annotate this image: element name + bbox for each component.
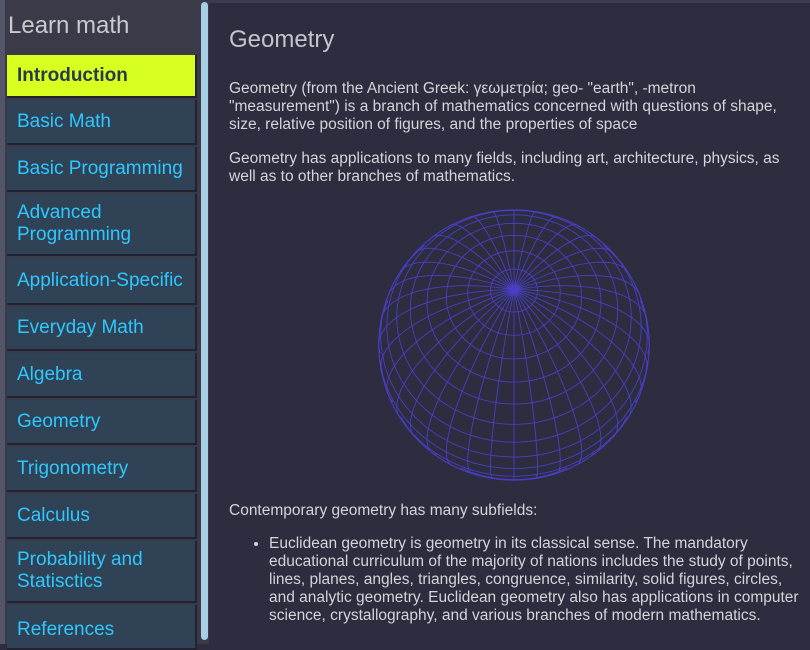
sidebar-item-geometry[interactable]: Geometry <box>7 400 197 445</box>
sidebar-item-everyday-math[interactable]: Everyday Math <box>7 307 197 351</box>
sidebar-scrollbar[interactable] <box>200 0 209 644</box>
globe-meridian <box>513 274 642 303</box>
sidebar-item-probability-statistics[interactable]: Probability and Statisctics <box>7 541 197 603</box>
sidebar-item-application-specific[interactable]: Application-Specific <box>7 258 197 305</box>
globe-meridian <box>386 274 515 303</box>
globe-meridian <box>513 289 619 441</box>
sidebar-title: Learn math <box>8 12 130 39</box>
main-content: Geometry Geometry (from the Ancient Gree… <box>209 0 810 644</box>
intro-paragraph: Geometry (from the Ancient Greek: γεωμετ… <box>229 80 777 133</box>
top-divider <box>209 0 810 3</box>
sidebar-item-references[interactable]: References <box>7 605 197 650</box>
globe-meridian <box>428 234 515 291</box>
subfields-list: Euclidean geometry is geometry in its cl… <box>229 535 801 625</box>
sidebar-item-trigonometry[interactable]: Trigonometry <box>7 447 197 492</box>
scrollbar-thumb[interactable] <box>201 2 208 640</box>
globe-meridian <box>513 234 600 291</box>
globe-wireframe-image <box>378 209 650 481</box>
sidebar-item-calculus[interactable]: Calculus <box>7 494 197 539</box>
sidebar-item-basic-math[interactable]: Basic Math <box>7 100 197 145</box>
globe-meridian <box>490 289 515 480</box>
list-item: Euclidean geometry is geometry in its cl… <box>269 535 801 625</box>
globe-meridian <box>513 289 648 378</box>
globe-meridian <box>513 289 538 480</box>
sidebar-item-algebra[interactable]: Algebra <box>7 353 197 398</box>
sidebar-item-introduction[interactable]: Introduction <box>7 55 197 98</box>
sidebar-item-advanced-programming[interactable]: Advanced Programming <box>7 194 197 256</box>
globe-meridian <box>409 289 515 441</box>
sidebar-item-basic-programming[interactable]: Basic Programming <box>7 147 197 192</box>
sidebar-edge <box>0 0 5 644</box>
page-title: Geometry <box>229 26 335 53</box>
subfields-intro: Contemporary geometry has many subfields… <box>229 502 538 519</box>
sidebar: Learn math Introduction Basic Math Basic… <box>0 0 200 650</box>
applications-paragraph: Geometry has applications to many fields… <box>229 150 780 185</box>
globe-meridian <box>380 289 515 378</box>
